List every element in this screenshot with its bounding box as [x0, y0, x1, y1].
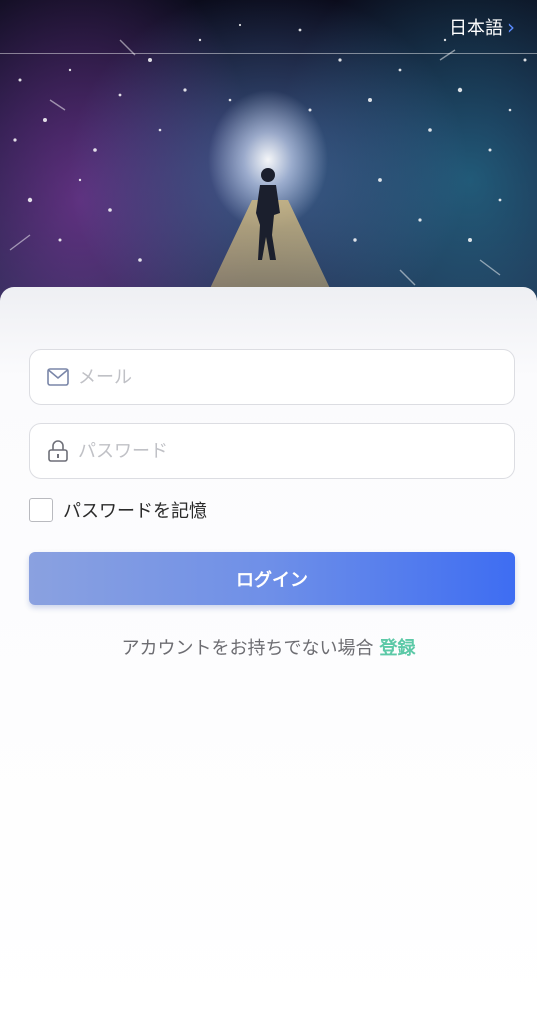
signup-prompt: アカウントをお持ちでない場合 登録 [0, 634, 537, 660]
password-input[interactable] [78, 440, 478, 462]
register-link[interactable]: 登録 [380, 638, 416, 659]
password-field[interactable] [29, 423, 515, 479]
login-button[interactable]: ログイン [29, 552, 515, 605]
mail-icon [46, 365, 70, 389]
remember-checkbox[interactable] [29, 498, 53, 522]
lock-icon [46, 439, 70, 463]
header-divider [0, 53, 537, 54]
email-input[interactable] [78, 366, 478, 388]
no-account-text: アカウントをお持ちでない場合 [121, 638, 374, 659]
hero-image [0, 0, 537, 330]
email-field[interactable] [29, 349, 515, 405]
language-label: 日本語 [449, 18, 503, 39]
runner-silhouette [256, 168, 280, 260]
language-selector[interactable]: 日本語 › [449, 14, 515, 40]
chevron-right-icon: › [507, 15, 515, 39]
remember-label: パスワードを記憶 [63, 501, 207, 522]
remember-password-toggle[interactable]: パスワードを記憶 [29, 497, 207, 523]
